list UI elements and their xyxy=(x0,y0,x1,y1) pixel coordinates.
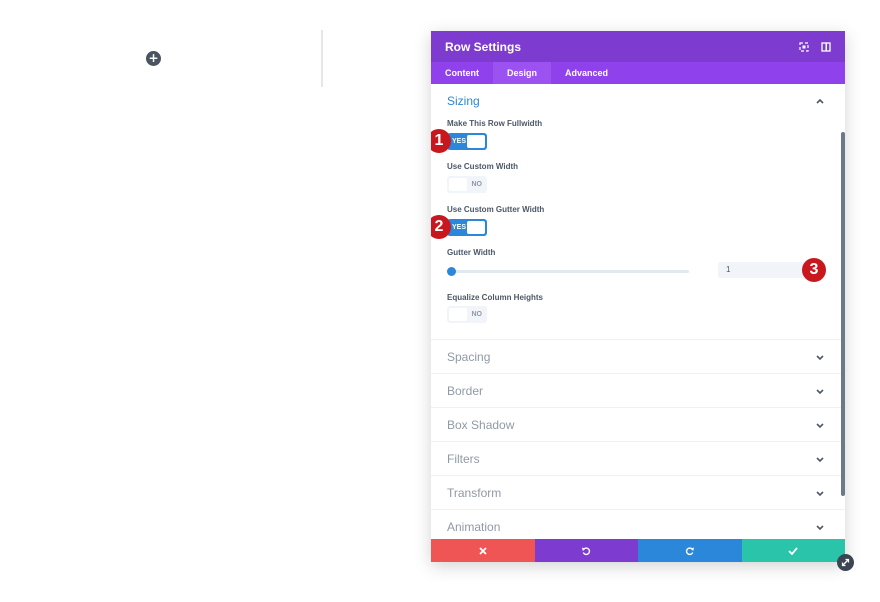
chevron-down-icon xyxy=(816,457,824,463)
section-filters[interactable]: Filters xyxy=(431,441,845,475)
row-divider xyxy=(321,30,323,87)
slider-handle[interactable] xyxy=(447,267,456,276)
resize-handle[interactable] xyxy=(837,554,854,571)
panel-content: Sizing Make This Row Fullwidth YES 1 Use… xyxy=(431,84,845,539)
toggle-text: NO xyxy=(471,181,483,188)
close-icon xyxy=(479,546,487,555)
undo-icon xyxy=(582,546,591,555)
section-title: Border xyxy=(447,384,484,398)
equalize-label: Equalize Column Heights xyxy=(447,293,544,302)
redo-button[interactable] xyxy=(638,539,742,562)
toggle-knob xyxy=(467,135,485,148)
cancel-button[interactable] xyxy=(431,539,535,562)
chevron-down-icon xyxy=(816,389,824,395)
row-settings-panel: Row Settings Content Design Advanced Siz… xyxy=(431,31,845,562)
tab-content[interactable]: Content xyxy=(431,62,493,84)
toggle-knob xyxy=(449,308,467,321)
chevron-down-icon xyxy=(816,525,824,531)
save-button[interactable] xyxy=(741,539,845,562)
sidebar-icon[interactable] xyxy=(820,41,832,53)
custom-width-toggle[interactable]: NO xyxy=(447,176,487,193)
toggle-text: YES xyxy=(452,138,467,145)
gutter-width-slider[interactable] xyxy=(451,270,689,273)
plus-icon: + xyxy=(148,51,159,65)
section-title: Animation xyxy=(447,520,501,534)
section-border[interactable]: Border xyxy=(431,373,845,407)
custom-width-label: Use Custom Width xyxy=(447,162,519,171)
chevron-down-icon xyxy=(816,491,824,497)
fullwidth-label: Make This Row Fullwidth xyxy=(447,119,543,128)
custom-gutter-toggle[interactable]: YES xyxy=(447,219,487,236)
section-title: Spacing xyxy=(447,350,491,364)
panel-scrollbar[interactable] xyxy=(841,132,845,496)
section-sizing-title[interactable]: Sizing xyxy=(447,94,480,108)
expand-icon[interactable] xyxy=(798,41,810,53)
toggle-text: NO xyxy=(471,311,483,318)
toggle-knob xyxy=(449,178,467,191)
custom-gutter-label: Use Custom Gutter Width xyxy=(447,205,545,214)
section-spacing[interactable]: Spacing xyxy=(431,339,845,373)
panel-header: Row Settings xyxy=(431,31,845,62)
check-icon xyxy=(788,546,798,555)
tab-advanced[interactable]: Advanced xyxy=(551,62,622,84)
equalize-toggle[interactable]: NO xyxy=(447,306,487,323)
section-transform[interactable]: Transform xyxy=(431,475,845,509)
section-title: Transform xyxy=(447,486,502,500)
chevron-down-icon xyxy=(816,355,824,361)
resize-icon xyxy=(841,558,850,567)
fullwidth-toggle[interactable]: YES xyxy=(447,133,487,150)
gutter-width-input[interactable]: 1 xyxy=(718,262,813,278)
chevron-up-icon[interactable] xyxy=(815,96,825,106)
redo-icon xyxy=(685,546,694,555)
tab-design[interactable]: Design xyxy=(493,62,552,84)
gutter-width-label: Gutter Width xyxy=(447,248,496,257)
builder-stage: + Row Settings Content Design Advanced S… xyxy=(0,0,880,602)
toggle-text: YES xyxy=(452,224,467,231)
panel-tabs: Content Design Advanced xyxy=(431,62,845,84)
add-module-button[interactable]: + xyxy=(146,51,161,66)
undo-button[interactable] xyxy=(534,539,638,562)
panel-footer xyxy=(431,539,845,562)
section-title: Filters xyxy=(447,452,480,466)
section-title: Box Shadow xyxy=(447,418,515,432)
section-animation[interactable]: Animation xyxy=(431,509,845,539)
section-box-shadow[interactable]: Box Shadow xyxy=(431,407,845,441)
header-icons xyxy=(798,41,832,53)
step-badge-3: 3 xyxy=(802,258,826,282)
toggle-knob xyxy=(467,221,485,234)
chevron-down-icon xyxy=(816,423,824,429)
panel-title: Row Settings xyxy=(445,39,522,54)
